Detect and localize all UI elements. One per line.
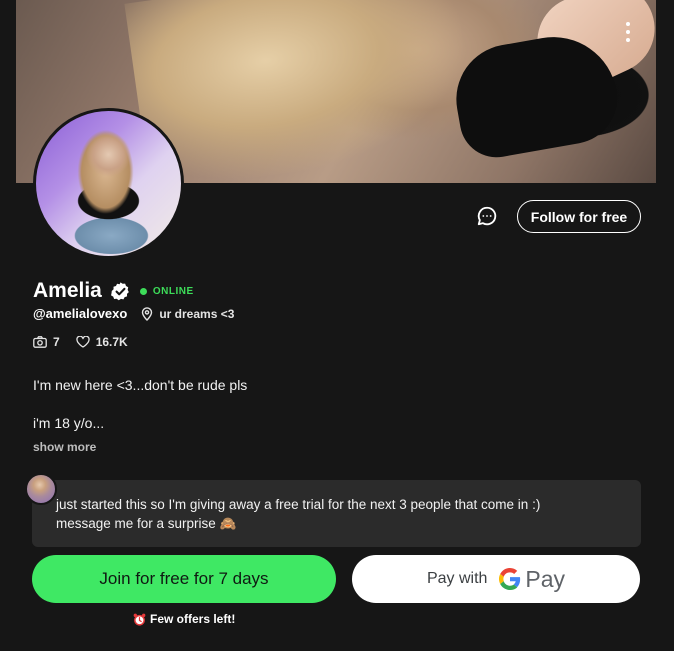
profile-avatar[interactable] bbox=[33, 108, 184, 259]
message-line: just started this so I'm giving away a f… bbox=[56, 497, 541, 512]
location-pin-icon bbox=[141, 306, 153, 321]
profile-location: ur dreams <3 bbox=[159, 306, 235, 321]
media-count-value: 7 bbox=[53, 335, 60, 349]
join-free-trial-button[interactable]: Join for free for 7 days bbox=[32, 555, 336, 603]
profile-handle: @amelialovexo bbox=[33, 306, 128, 321]
message-avatar bbox=[25, 473, 57, 505]
handle-row: @amelialovexo ur dreams <3 bbox=[33, 306, 234, 321]
camera-icon bbox=[33, 336, 47, 348]
alarm-clock-icon bbox=[133, 613, 146, 626]
profile-name: Amelia bbox=[33, 279, 102, 302]
name-row: Amelia ONLINE bbox=[33, 279, 194, 303]
chat-bubble-icon[interactable] bbox=[474, 203, 500, 229]
few-offers-text: Few offers left! bbox=[150, 612, 236, 626]
show-more-link[interactable]: show more bbox=[33, 440, 96, 454]
gpay-word: Pay bbox=[525, 565, 566, 592]
stats-row: 7 16.7K bbox=[33, 335, 128, 349]
heart-icon bbox=[76, 336, 90, 348]
gpay-prefix: Pay with bbox=[426, 570, 488, 587]
google-pay-button[interactable]: Pay with Pay bbox=[352, 555, 640, 603]
verified-badge-icon bbox=[110, 281, 131, 302]
media-count[interactable]: 7 bbox=[33, 335, 60, 349]
likes-count-value: 16.7K bbox=[95, 335, 128, 349]
google-g-icon bbox=[499, 568, 521, 590]
message-line: message me for a surprise 🙈 bbox=[56, 516, 237, 531]
likes-count[interactable]: 16.7K bbox=[76, 335, 128, 349]
bio-line: I'm new here <3...don't be rude pls bbox=[33, 377, 248, 393]
follow-button[interactable]: Follow for free bbox=[517, 200, 641, 233]
profile-bio: I'm new here <3...don't be rude pls i'm … bbox=[33, 376, 247, 432]
bio-line: i'm 18 y/o... bbox=[33, 415, 105, 431]
online-status: ONLINE bbox=[152, 285, 194, 297]
few-offers-notice: Few offers left! bbox=[133, 612, 235, 626]
welcome-message[interactable]: just started this so I'm giving away a f… bbox=[32, 480, 641, 547]
online-dot bbox=[139, 287, 147, 295]
more-vertical-icon[interactable] bbox=[620, 22, 636, 42]
